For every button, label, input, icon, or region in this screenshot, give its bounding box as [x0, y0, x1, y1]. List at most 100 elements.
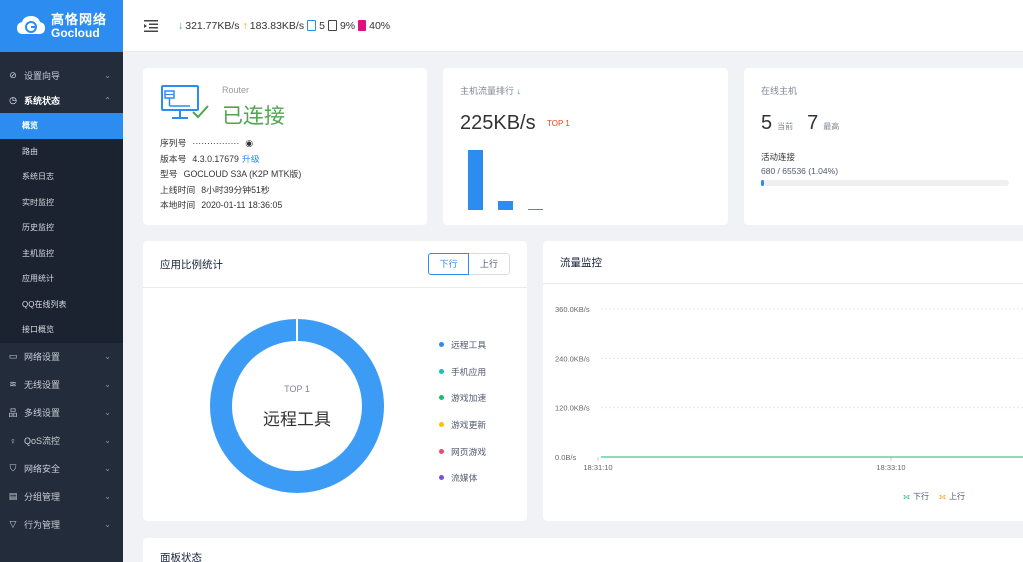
brand-name-cn: 高恪网络: [50, 11, 107, 27]
sidebar-subitem-qq-online[interactable]: QQ在线列表: [0, 291, 123, 317]
app-ratio-header: 应用比例统计 下行 上行: [143, 241, 527, 288]
tab-upload[interactable]: 上行: [469, 253, 510, 275]
localtime-value: 2020-01-11 18:36:05: [201, 200, 283, 210]
sort-down-icon[interactable]: ↓: [517, 86, 522, 96]
host-flow-card[interactable]: 主机流量排行 ↓ 225KB/s TOP 1: [443, 68, 728, 225]
device-count: 5: [307, 20, 325, 32]
eye-icon[interactable]: ◉: [245, 136, 253, 152]
app-legend-item[interactable]: 远程工具: [439, 331, 486, 358]
max-hosts-value: 7: [807, 112, 819, 134]
sidebar-item-setup-wizard[interactable]: ⊘ 设置向导 ⌄: [0, 63, 123, 88]
legend-download[interactable]: ⟗ 下行: [903, 491, 929, 502]
sidebar-item-qos[interactable]: ♀ QoS流控 ⌄: [0, 427, 123, 455]
chevron-up-icon: ⌃: [104, 96, 111, 105]
sidebar-item-label: QoS流控: [24, 436, 61, 446]
sidebar-item-label: 分组管理: [24, 492, 61, 502]
flow-monitor-chart: 360.0KB/s 240.0KB/s 120.0KB/s 0.0B/s 18:31:1…: [555, 305, 1023, 472]
y-tick-label: 360.0KB/s: [555, 305, 590, 314]
serial-value: ················: [192, 138, 240, 148]
sidebar-subitem-route[interactable]: 路由: [0, 138, 123, 164]
donut-center-rank: TOP 1: [284, 384, 310, 394]
app-legend-label: 网页游戏: [451, 446, 487, 457]
sidebar-item-behavior-management[interactable]: ▽ 行为管理 ⌄: [0, 511, 123, 539]
online-hosts-title: 在线主机: [761, 86, 798, 96]
tab-download[interactable]: 下行: [428, 253, 469, 275]
brand-logo[interactable]: 高恪网络 Gocloud: [0, 0, 123, 52]
sidebar-subitem-overview[interactable]: 概览: [0, 113, 123, 139]
host-flow-bar[interactable]: [498, 201, 513, 210]
app-legend-item[interactable]: 网页游戏: [439, 438, 486, 465]
progress-fill: [761, 180, 764, 186]
sidebar-subitem-interface-overview[interactable]: 接口概览: [0, 317, 123, 343]
flow-legend: ⟗ 下行 ⟗ 上行: [903, 491, 965, 502]
legend-upload-marker-icon: ⟗: [939, 492, 946, 501]
cloud-logo-icon: [16, 15, 45, 34]
top-bar: ↓ 321.77KB/s ↑ 183.83KB/s 5 9% 40%: [123, 0, 1023, 52]
sidebar-item-multiline-settings[interactable]: 品 多线设置 ⌄: [0, 399, 123, 427]
sidebar-item-label: 系统状态: [24, 96, 61, 106]
active-connections-label: 活动连接: [761, 152, 796, 162]
sidebar-item-wireless-settings[interactable]: ≋ 无线设置 ⌄: [0, 371, 123, 399]
app-legend-label: 手机应用: [451, 366, 487, 377]
sidebar-item-group-management[interactable]: ▤ 分组管理 ⌄: [0, 483, 123, 511]
y-tick-label: 120.0KB/s: [555, 404, 590, 413]
top-host-flow-value: 225KB/s: [460, 112, 536, 134]
memory-usage-value: 40%: [369, 19, 391, 32]
version-value: 4.3.0.17679: [192, 153, 239, 164]
sidebar-subitem-history-monitor[interactable]: 历史监控: [0, 215, 123, 241]
sidebar-subitem-host-monitor[interactable]: 主机监控: [0, 240, 123, 266]
legend-dot-icon: [439, 395, 444, 401]
host-flow-bar[interactable]: [528, 208, 543, 210]
sidebar-item-system-status[interactable]: ◷ 系统状态 ⌃: [0, 88, 123, 113]
model-label: 型号: [160, 169, 178, 179]
app-legend-item[interactable]: 流媒体: [439, 464, 486, 491]
router-label: Router: [222, 85, 250, 95]
top-badge: TOP 1: [547, 119, 570, 128]
cpu-icon: [327, 20, 337, 31]
panel-status-card: 面板状态: [143, 538, 1023, 562]
legend-dot-icon: [439, 341, 444, 347]
y-tick-label: 0.0B/s: [555, 453, 577, 462]
app-legend-label: 游戏加速: [451, 393, 487, 404]
serial-row: 序列号 ················ ◉: [160, 136, 301, 152]
upgrade-link[interactable]: 升级: [242, 154, 260, 164]
arrow-down-icon: ↓: [178, 19, 184, 32]
cpu-usage: 9%: [327, 20, 355, 32]
active-connections-progress: [761, 180, 1009, 186]
shield-icon: ⛉: [9, 463, 17, 473]
flow-monitor-title: 流量监控: [543, 241, 1023, 284]
legend-dot-icon: [439, 448, 444, 454]
sidebar-subitem-app-stats[interactable]: 应用统计: [0, 266, 123, 292]
sidebar-item-label: 设置向导: [24, 71, 61, 81]
arrow-up-icon: ↑: [242, 19, 248, 32]
legend-upload[interactable]: ⟗ 上行: [939, 491, 965, 502]
model-value: GOCLOUD S3A (K2P MTK版): [183, 169, 302, 179]
chevron-down-icon: ⌄: [104, 408, 111, 417]
app-legend-item[interactable]: 游戏加速: [439, 384, 486, 411]
current-hosts-value: 5: [761, 112, 773, 134]
localtime-row: 本地时间 2020-01-11 18:36:05: [160, 198, 301, 214]
clock-icon: ◷: [9, 95, 17, 105]
sidebar-item-network-settings[interactable]: ▭ 网络设置 ⌄: [0, 343, 123, 371]
chevron-down-icon: ⌄: [104, 520, 111, 529]
menu-collapse-icon[interactable]: [144, 19, 158, 32]
wifi-icon: ≋: [9, 379, 17, 389]
network-icon: 品: [8, 408, 18, 418]
app-legend-item[interactable]: 手机应用: [439, 358, 486, 385]
filter-icon: ▽: [9, 519, 17, 529]
sidebar-subitem-realtime-monitor[interactable]: 实时监控: [0, 189, 123, 215]
app-legend-item[interactable]: 游戏更新: [439, 411, 486, 438]
legend-dot-icon: [439, 368, 444, 374]
sidebar-item-network-security[interactable]: ⛉ 网络安全 ⌄: [0, 455, 123, 483]
flow-monitor-card: 流量监控 360.0KB/s 240.0KB/s 120.0KB/s 0.0B/s 18…: [543, 241, 1023, 521]
phone-icon: [307, 20, 317, 31]
uptime-row: 上线时间 8小时39分钟51秒: [160, 183, 301, 199]
host-flow-bar[interactable]: [468, 150, 483, 210]
sidebar-subitem-system-log[interactable]: 系统日志: [0, 164, 123, 190]
device-count-value: 5: [319, 19, 325, 32]
uptime-label: 上线时间: [160, 184, 196, 195]
model-row: 型号 GOCLOUD S3A (K2P MTK版): [160, 167, 301, 183]
chevron-down-icon: ⌄: [104, 464, 111, 473]
app-ratio-card: 应用比例统计 下行 上行 TOP 1 远程工具 远程工具 手机应用 游戏加速 游戏更新…: [143, 241, 527, 521]
list-icon: ▤: [8, 491, 18, 501]
